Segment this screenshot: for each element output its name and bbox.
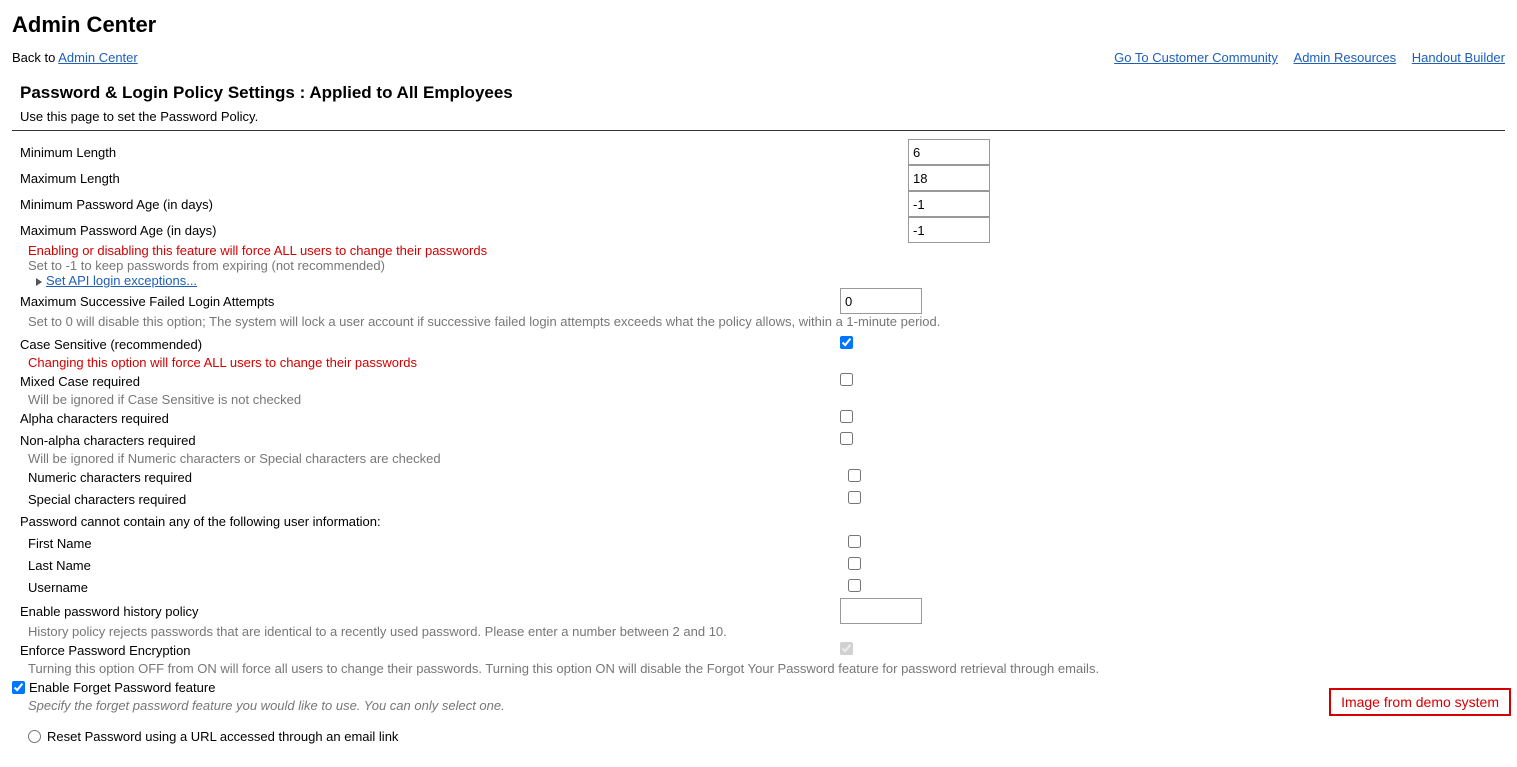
encryption-checkbox [840,642,853,655]
non-alpha-note: Will be ignored if Numeric characters or… [28,451,1505,466]
numeric-checkbox[interactable] [848,469,861,482]
divider [12,130,1505,131]
min-age-input[interactable] [908,191,990,217]
fail-attempts-input[interactable] [840,288,922,314]
forget-password-label: Enable Forget Password feature [29,680,215,695]
max-length-label: Maximum Length [20,171,908,186]
min-length-input[interactable] [908,139,990,165]
max-age-note: Set to -1 to keep passwords from expirin… [28,258,1505,273]
min-age-label: Minimum Password Age (in days) [20,197,908,212]
breadcrumb-link[interactable]: Admin Center [58,50,137,65]
username-label: Username [28,580,848,595]
chevron-right-icon[interactable] [36,278,42,286]
encryption-label: Enforce Password Encryption [20,643,840,658]
mixed-case-note: Will be ignored if Case Sensitive is not… [28,392,1505,407]
page-title: Admin Center [12,12,1505,38]
fail-attempts-note: Set to 0 will disable this option; The s… [28,314,1505,329]
section-title: Password & Login Policy Settings : Appli… [20,83,1505,103]
history-input[interactable] [840,598,922,624]
last-name-label: Last Name [28,558,848,573]
max-age-input[interactable] [908,217,990,243]
api-login-exceptions-link[interactable]: Set API login exceptions... [46,273,197,288]
history-label: Enable password history policy [20,604,840,619]
forget-password-checkbox[interactable] [12,681,25,694]
username-checkbox[interactable] [848,579,861,592]
breadcrumb-prefix: Back to [12,50,58,65]
forget-password-note: Specify the forget password feature you … [28,698,1505,713]
max-age-label: Maximum Password Age (in days) [20,223,908,238]
link-handout-builder[interactable]: Handout Builder [1412,50,1505,65]
case-sensitive-checkbox[interactable] [840,336,853,349]
first-name-label: First Name [28,536,848,551]
link-customer-community[interactable]: Go To Customer Community [1114,50,1278,65]
last-name-checkbox[interactable] [848,557,861,570]
special-checkbox[interactable] [848,491,861,504]
first-name-checkbox[interactable] [848,535,861,548]
max-age-warning: Enabling or disabling this feature will … [28,243,1505,258]
non-alpha-label: Non-alpha characters required [20,433,840,448]
mixed-case-checkbox[interactable] [840,373,853,386]
fail-attempts-label: Maximum Successive Failed Login Attempts [20,294,840,309]
demo-watermark: Image from demo system [1329,688,1511,716]
min-length-label: Minimum Length [20,145,908,160]
encryption-note: Turning this option OFF from ON will for… [28,661,1505,676]
alpha-checkbox[interactable] [840,410,853,423]
link-admin-resources[interactable]: Admin Resources [1294,50,1397,65]
history-note: History policy rejects passwords that ar… [28,624,1505,639]
case-sensitive-label: Case Sensitive (recommended) [20,337,840,352]
top-links: Go To Customer Community Admin Resources… [1102,50,1505,65]
numeric-label: Numeric characters required [28,470,848,485]
breadcrumb: Back to Admin Center [12,50,138,65]
non-alpha-checkbox[interactable] [840,432,853,445]
special-label: Special characters required [28,492,848,507]
alpha-label: Alpha characters required [20,411,840,426]
case-sensitive-warning: Changing this option will force ALL user… [28,355,1505,370]
max-length-input[interactable] [908,165,990,191]
mixed-case-label: Mixed Case required [20,374,840,389]
reset-url-radio[interactable] [28,730,41,743]
section-desc: Use this page to set the Password Policy… [20,109,1505,124]
no-userinfo-label: Password cannot contain any of the follo… [20,514,840,529]
reset-url-label: Reset Password using a URL accessed thro… [47,729,398,744]
